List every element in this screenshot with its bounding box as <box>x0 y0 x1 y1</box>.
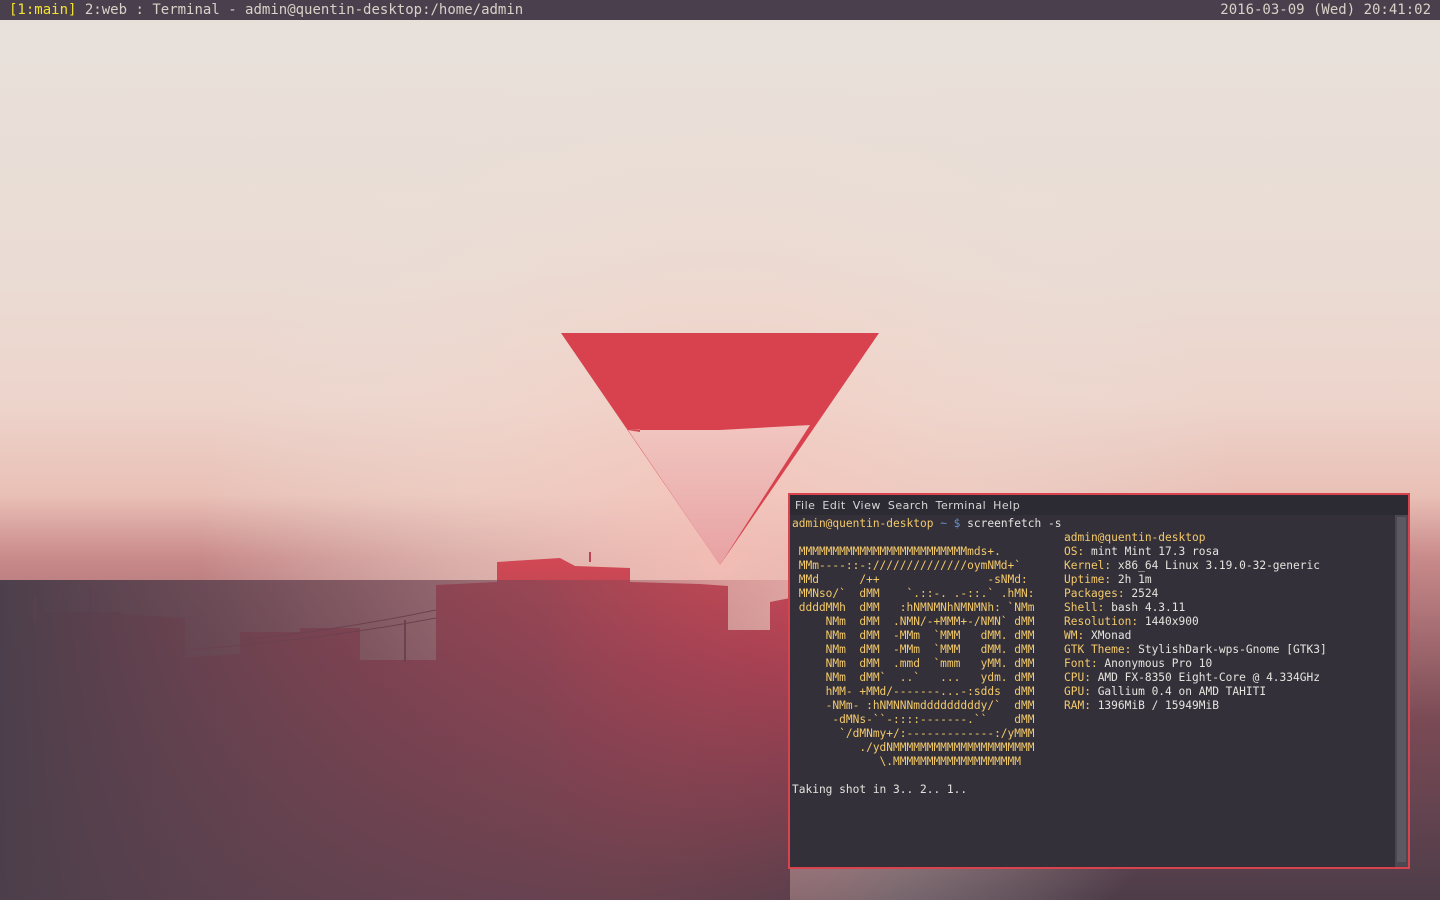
info-key: GTK Theme: <box>1064 643 1132 656</box>
info-key: Font: <box>1064 657 1098 670</box>
command-text: screenfetch -s <box>960 517 1062 530</box>
ascii-logo-line: MMm----::-://////////////oymNMd+` <box>792 559 1022 572</box>
info-value: Anonymous Pro 10 <box>1097 657 1213 670</box>
menu-help[interactable]: Help <box>993 499 1020 512</box>
clock: 2016-03-09 (Wed) 20:41:02 <box>1220 2 1431 18</box>
info-value: 1440x900 <box>1138 615 1199 628</box>
menu-terminal[interactable]: Terminal <box>936 499 987 512</box>
system-info-line: GTK Theme: StylishDark-wps-Gnome [GTK3] <box>1064 643 1327 657</box>
info-value: x86_64 Linux 3.19.0-32-generic <box>1111 559 1320 572</box>
city-skyline <box>0 552 900 900</box>
status-bar: [1:main] 2:web : Terminal - admin@quenti… <box>0 0 1440 20</box>
ascii-logo-line: NMm dMM -MMm `MMM dMM. dMM <box>792 643 1035 656</box>
info-value: 2524 <box>1124 587 1159 600</box>
prompt-path: ~ $ <box>933 517 961 530</box>
ascii-logo-line: -dMNs-``-::::-------.`` dMM <box>792 713 1035 726</box>
ascii-logo-line: NMm dMM -MMm `MMM dMM. dMM <box>792 629 1035 642</box>
info-key: OS: <box>1064 545 1085 558</box>
ascii-logo-line: MMd /++ -sNMd: <box>792 573 1028 586</box>
info-value: Gallium 0.4 on AMD TAHITI <box>1090 685 1267 698</box>
info-key: CPU: <box>1064 671 1091 684</box>
ascii-logo-line: NMm dMM .NMN/-+MMM+-/NMN` dMM <box>792 615 1035 628</box>
ascii-logo-line: NMm dMM .mmd `mmm yMM. dMM <box>792 657 1035 670</box>
ascii-logo-line: ./ydNMMMMMMMMMMMMMMMMMMMMM <box>792 741 1035 754</box>
info-value: XMonad <box>1084 629 1132 642</box>
workspace-main[interactable]: [1:main] <box>9 2 76 18</box>
ascii-logo-line: NMm dMM` ..` ... ydm. dMM <box>792 671 1035 684</box>
info-key: WM: <box>1064 629 1085 642</box>
terminal-menubar: File Edit View Search Terminal Help <box>790 495 1408 515</box>
info-value: 1396MiB / 15949MiB <box>1090 699 1219 712</box>
info-value: AMD FX-8350 Eight-Core @ 4.334GHz <box>1090 671 1320 684</box>
system-info-line: CPU: AMD FX-8350 Eight-Core @ 4.334GHz <box>1064 671 1320 685</box>
ascii-logo-line: `/dMNmy+/:-------------:/yMMM <box>792 727 1035 740</box>
ascii-logo-line: MMNso/` dMM `.::-. .-::.` .hMN: <box>792 587 1035 600</box>
title-separator: : <box>135 2 144 18</box>
system-info-line: Packages: 2524 <box>1064 587 1158 601</box>
info-key: Shell: <box>1064 601 1105 614</box>
workspace-area: [1:main] 2:web : Terminal - admin@quenti… <box>9 0 523 21</box>
system-info-line: GPU: Gallium 0.4 on AMD TAHITI <box>1064 685 1266 699</box>
info-value: mint Mint 17.3 rosa <box>1084 545 1219 558</box>
info-key: Uptime: <box>1064 573 1112 586</box>
info-key: Resolution: <box>1064 615 1139 628</box>
info-key: Kernel: <box>1064 559 1112 572</box>
scrollbar-thumb[interactable] <box>1397 517 1406 862</box>
terminal-output[interactable]: admin@quentin-desktop ~ $ screenfetch -s… <box>790 515 1395 867</box>
terminal-scrollbar[interactable] <box>1395 515 1408 867</box>
info-header: admin@quentin-desktop <box>1064 531 1206 544</box>
info-key: GPU: <box>1064 685 1091 698</box>
ascii-logo-line: \.MMMMMMMMMMMMMMMMMMM <box>792 755 1022 768</box>
system-info-line: OS: mint Mint 17.3 rosa <box>1064 545 1219 559</box>
system-info-line: Uptime: 2h 1m <box>1064 573 1152 587</box>
info-value: bash 4.3.11 <box>1104 601 1186 614</box>
active-window-title: Terminal - admin@quentin-desktop:/home/a… <box>152 2 524 18</box>
info-value: StylishDark-wps-Gnome [GTK3] <box>1131 643 1327 656</box>
menu-edit[interactable]: Edit <box>822 499 845 512</box>
countdown-text: Taking shot in 3.. 2.. 1.. <box>792 783 968 796</box>
info-key: Packages: <box>1064 587 1125 600</box>
system-info-line: WM: XMonad <box>1064 629 1131 643</box>
ascii-logo-line: MMMMMMMMMMMMMMMMMMMMMMMMMmds+. <box>792 545 1001 558</box>
command-line: admin@quentin-desktop ~ $ screenfetch -s <box>792 517 1061 531</box>
ascii-logo-line: hMM- +MMd/-------...-:sdds dMM <box>792 685 1035 698</box>
system-info-line: Shell: bash 4.3.11 <box>1064 601 1185 615</box>
system-info-line: Font: Anonymous Pro 10 <box>1064 657 1212 671</box>
prompt-user: admin@quentin-desktop <box>792 517 934 530</box>
terminal-window[interactable]: File Edit View Search Terminal Help admin@que… <box>788 493 1410 869</box>
system-info-line: RAM: 1396MiB / 15949MiB <box>1064 699 1219 713</box>
info-key: RAM: <box>1064 699 1091 712</box>
ascii-logo-line: ddddMMh dMM :hNMNMNhNMNMNh: `NMm <box>792 601 1035 614</box>
menu-view[interactable]: View <box>853 499 881 512</box>
ascii-logo-line: -NMm- :hNMNNNmdddddddddy/` dMM <box>792 699 1035 712</box>
workspace-web[interactable]: 2:web <box>85 2 127 18</box>
menu-file[interactable]: File <box>795 499 815 512</box>
menu-search[interactable]: Search <box>888 499 929 512</box>
system-info-line: Kernel: x86_64 Linux 3.19.0-32-generic <box>1064 559 1320 573</box>
system-info-line: Resolution: 1440x900 <box>1064 615 1199 629</box>
info-value: 2h 1m <box>1111 573 1152 586</box>
